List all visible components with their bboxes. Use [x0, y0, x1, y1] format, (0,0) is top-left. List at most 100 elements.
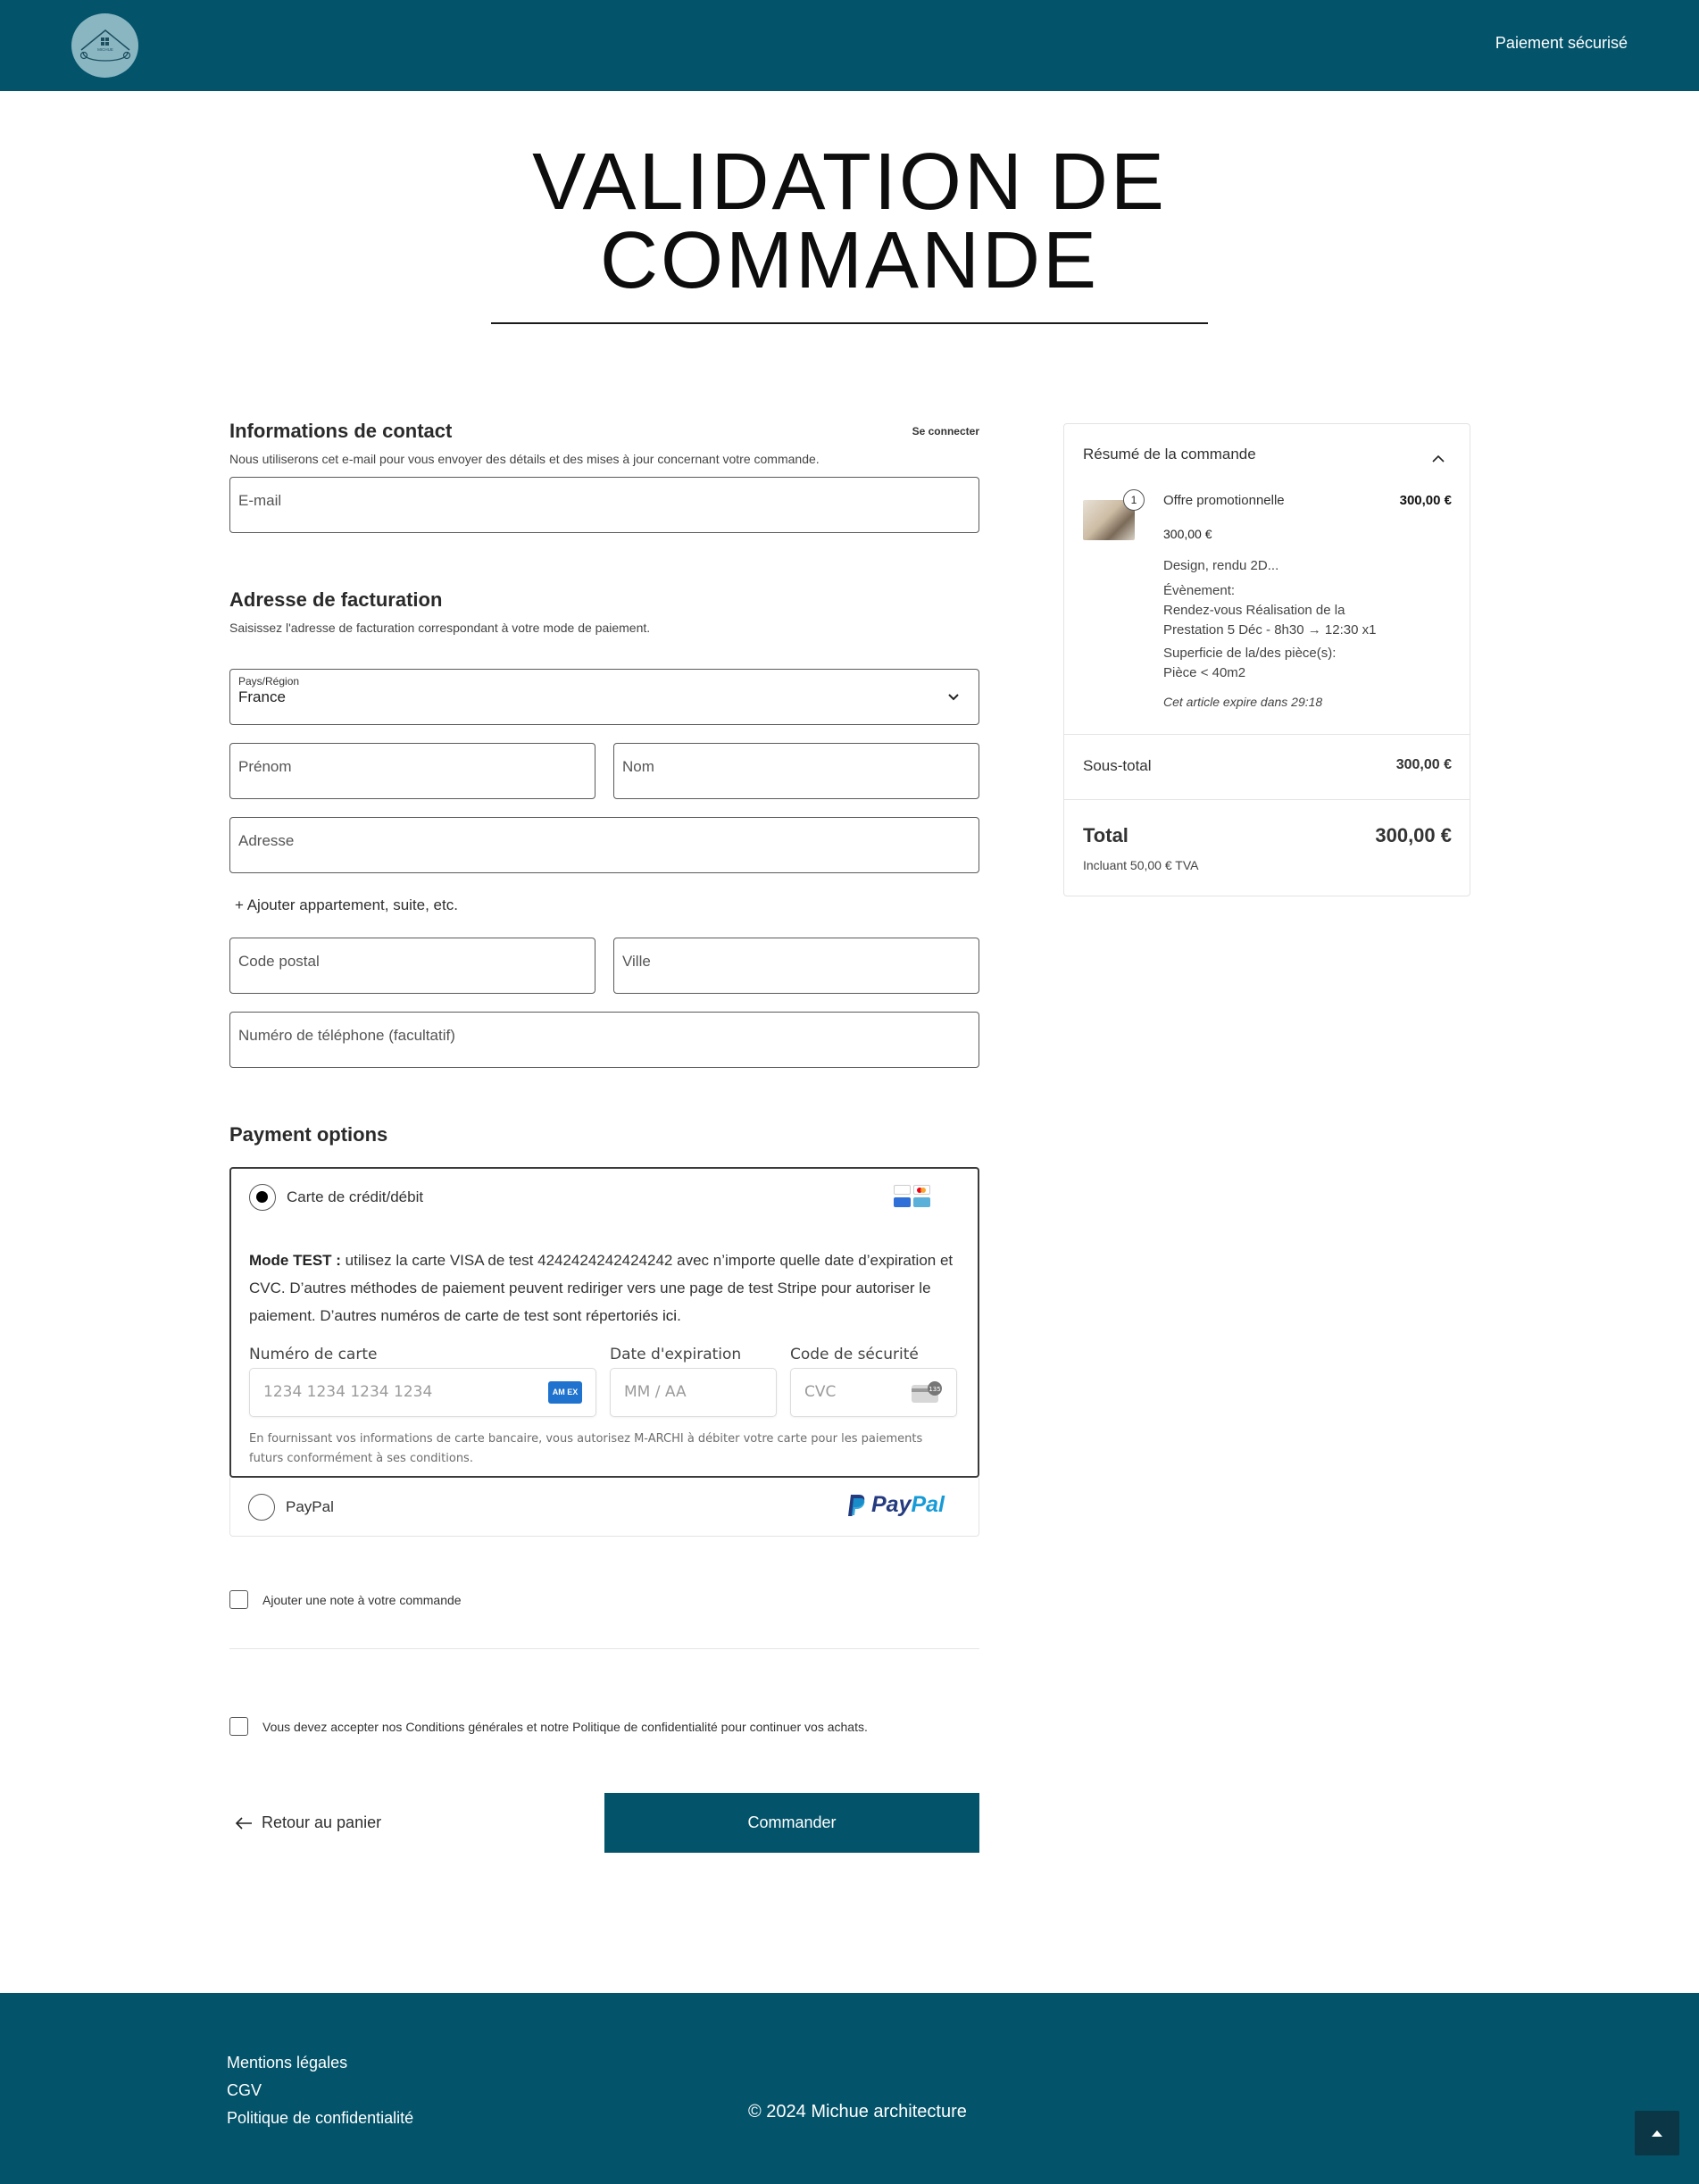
last-name-input[interactable]: [622, 758, 969, 776]
checkout-actions: Retour au panier Commander: [229, 1793, 979, 1853]
billing-description: Saisissez l'adresse de facturation corre…: [229, 621, 651, 635]
cvc-card-icon: 135: [912, 1381, 942, 1403]
contact-description: Nous utiliserons cet e-mail pour vous en…: [229, 452, 820, 466]
copyright-text: © 2024 Michue architecture: [748, 2102, 967, 2121]
chevron-up-icon[interactable]: [1432, 454, 1445, 463]
item-unit-price: 300,00 €: [1163, 527, 1212, 541]
order-note-row[interactable]: Ajouter une note à votre commande: [229, 1590, 979, 1609]
login-link[interactable]: Se connecter: [912, 425, 979, 438]
payment-section: Payment options Carte de crédit/débit Mo…: [229, 1123, 979, 1537]
cvc-group: Code de sécurité CVC 135: [790, 1346, 957, 1417]
footer-links: Mentions légales CGV Politique de confid…: [227, 2049, 413, 2132]
item-area-meta: Superficie de la/des pièce(s): Pièce < 4…: [1163, 644, 1336, 683]
page-title: VALIDATION DE COMMANDE: [532, 138, 1167, 305]
address-input[interactable]: [238, 832, 969, 850]
city-field[interactable]: [613, 938, 979, 994]
card-option-radio[interactable]: [249, 1183, 276, 1211]
site-footer: Mentions légales CGV Politique de confid…: [0, 1993, 1699, 2184]
paypal-option-radio[interactable]: [248, 1493, 275, 1521]
city-input[interactable]: [622, 953, 969, 971]
terms-label: Vous devez accepter nos Conditions génér…: [262, 1719, 868, 1734]
total-label: Total: [1083, 824, 1129, 846]
footer-link-cgv[interactable]: CGV: [227, 2077, 413, 2105]
item-description: Design, rendu 2D...: [1163, 558, 1279, 573]
test-mode-label: Mode TEST :: [249, 1252, 341, 1269]
subtotal-value: 300,00 €: [1395, 757, 1452, 772]
address-field[interactable]: [229, 817, 979, 873]
site-header: MICHUE Paiement sécurisé: [0, 0, 1699, 91]
item-name: Offre promotionnelle: [1163, 493, 1285, 508]
item-expiry-note: Cet article expire dans 29:18: [1163, 695, 1323, 709]
card-number-placeholder: 1234 1234 1234 1234: [263, 1383, 433, 1401]
cvc-input[interactable]: CVC 135: [790, 1368, 957, 1417]
terms-row[interactable]: Vous devez accepter nos Conditions génér…: [229, 1717, 979, 1736]
back-to-top-button[interactable]: [1635, 2111, 1679, 2155]
cvc-label: Code de sécurité: [790, 1346, 919, 1363]
card-mandate-text: En fournissant vos informations de carte…: [249, 1432, 923, 1465]
card-generic-icon: [913, 1197, 930, 1207]
card-option-header[interactable]: Carte de crédit/débit: [249, 1169, 960, 1225]
arrow-left-icon: [235, 1816, 252, 1830]
name-row: [229, 743, 979, 799]
paypal-logo-pay: Pay: [870, 1492, 912, 1517]
item-quantity-badge: 1: [1123, 489, 1145, 511]
postal-city-row: [229, 938, 979, 994]
area-value: Pièce < 40m2: [1163, 665, 1246, 680]
title-divider: [491, 322, 1208, 324]
cvc-placeholder: CVC: [804, 1383, 837, 1401]
order-summary: Résumé de la commande 1 Offre promotionn…: [1063, 423, 1470, 896]
postal-code-input[interactable]: [238, 953, 585, 971]
country-select[interactable]: Pays/Région France: [229, 669, 979, 725]
country-value: France: [238, 688, 286, 705]
expiry-placeholder: MM / AA: [624, 1383, 687, 1401]
total-value: 300,00 €: [1375, 824, 1452, 846]
tax-note: Incluant 50,00 € TVA: [1083, 858, 1199, 872]
first-name-input[interactable]: [238, 758, 585, 776]
country-label: Pays/Région: [238, 675, 300, 688]
email-field[interactable]: [229, 477, 979, 533]
form-divider: [229, 1648, 979, 1649]
house-logo-icon: MICHUE: [79, 29, 130, 62]
back-to-cart-link[interactable]: Retour au panier: [229, 1813, 381, 1832]
phone-input[interactable]: [238, 1027, 969, 1045]
visa-icon: [894, 1185, 911, 1195]
last-name-field[interactable]: [613, 743, 979, 799]
place-order-button[interactable]: Commander: [604, 1793, 979, 1853]
contact-heading: Informations de contact: [229, 420, 453, 442]
test-mode-text: utilisez la carte VISA de test 424242424…: [249, 1252, 954, 1324]
event-value-line1: Rendez-vous Réalisation de la: [1163, 603, 1345, 618]
item-event-meta: Évènement: Rendez-vous Réalisation de la…: [1163, 581, 1376, 640]
terms-checkbox[interactable]: [229, 1717, 248, 1736]
add-apartment-link[interactable]: + Ajouter appartement, suite, etc.: [229, 896, 979, 914]
svg-text:MICHUE: MICHUE: [97, 47, 113, 52]
back-to-cart-label: Retour au panier: [262, 1813, 382, 1831]
secure-payment-link[interactable]: Paiement sécurisé: [1495, 34, 1628, 53]
payment-heading: Payment options: [229, 1123, 388, 1146]
paypal-option-label: PayPal: [286, 1497, 334, 1515]
paypal-logo: Pay Pal: [846, 1492, 945, 1518]
card-payment-option: Carte de crédit/débit Mode TEST : utilis…: [229, 1167, 979, 1478]
subtotal-label: Sous-total: [1083, 757, 1152, 774]
site-logo[interactable]: MICHUE: [71, 13, 138, 78]
order-note-label: Ajouter une note à votre commande: [262, 1592, 462, 1607]
first-name-field[interactable]: [229, 743, 595, 799]
paypal-payment-option[interactable]: PayPal Pay Pal: [229, 1478, 979, 1537]
summary-divider: [1064, 799, 1470, 800]
amex-brand-icon: AM EX: [548, 1381, 582, 1404]
card-number-input[interactable]: 1234 1234 1234 1234 AM EX: [249, 1368, 596, 1417]
mastercard-icon: [913, 1185, 930, 1195]
footer-link-legal[interactable]: Mentions légales: [227, 2049, 413, 2077]
area-label: Superficie de la/des pièce(s):: [1163, 646, 1337, 661]
card-brands-icon: [894, 1185, 933, 1207]
email-input[interactable]: [238, 492, 969, 510]
order-note-checkbox[interactable]: [229, 1590, 248, 1609]
test-cards-link[interactable]: ici: [662, 1307, 677, 1324]
event-label: Évènement:: [1163, 583, 1236, 598]
phone-field[interactable]: [229, 1012, 979, 1068]
arrow-up-icon: [1652, 2130, 1662, 2137]
footer-link-privacy[interactable]: Politique de confidentialité: [227, 2105, 413, 2132]
order-summary-heading[interactable]: Résumé de la commande: [1083, 446, 1256, 463]
expiry-input[interactable]: MM / AA: [610, 1368, 777, 1417]
postal-code-field[interactable]: [229, 938, 595, 994]
paypal-p-icon: [847, 1494, 865, 1516]
